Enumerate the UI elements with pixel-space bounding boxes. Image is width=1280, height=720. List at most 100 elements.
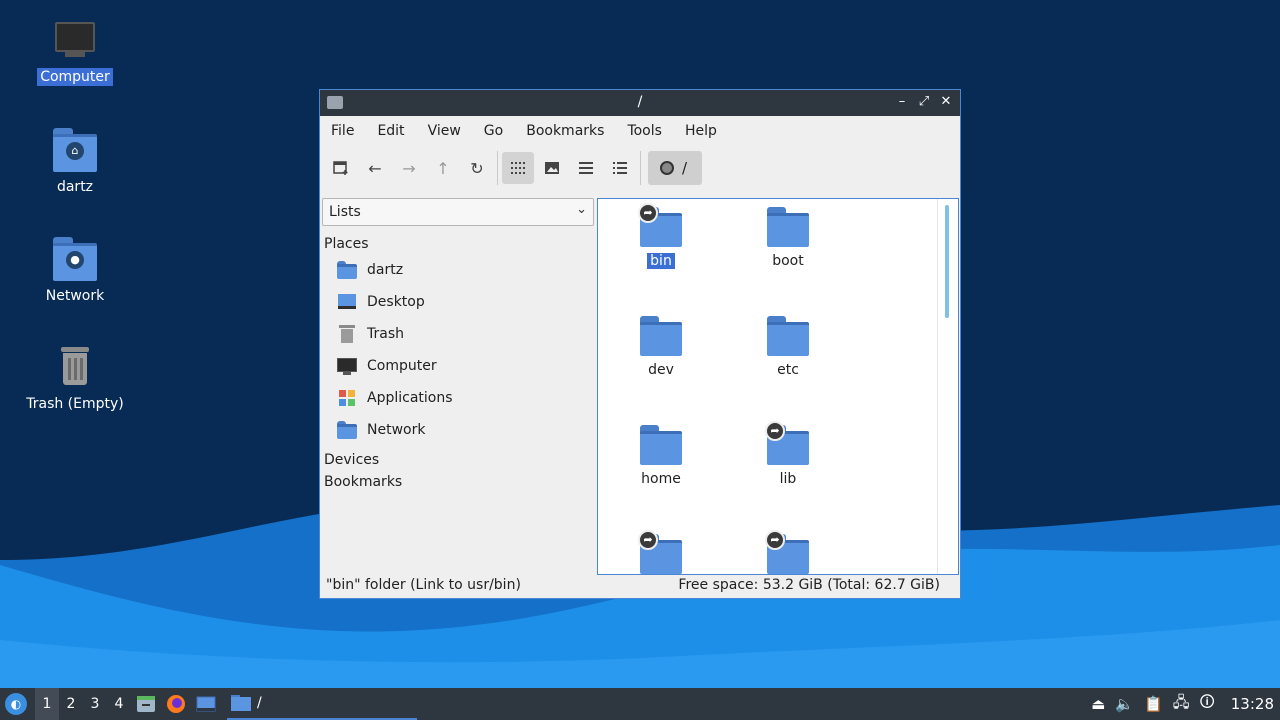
- desktop-icon-label: Computer: [37, 68, 113, 86]
- bookmarks-header[interactable]: Bookmarks: [321, 468, 595, 490]
- workspace-2[interactable]: 2: [59, 688, 83, 720]
- status-bar: "bin" folder (Link to usr/bin) Free spac…: [320, 573, 960, 598]
- trash-icon: [337, 325, 357, 343]
- desktop-icon-computer[interactable]: Computer: [20, 18, 130, 86]
- reload-icon[interactable]: ↻: [461, 152, 493, 184]
- eject-icon[interactable]: ⏏: [1091, 695, 1105, 713]
- menu-tools[interactable]: Tools: [627, 123, 673, 139]
- file-item-label: boot: [772, 253, 804, 269]
- folder-icon: [640, 425, 682, 465]
- taskbar-window-title: /: [257, 695, 262, 711]
- location-bar[interactable]: /: [648, 151, 702, 185]
- icon-view-icon[interactable]: [502, 152, 534, 184]
- desktop-icon-trash[interactable]: Trash (Empty): [20, 345, 130, 413]
- file-item-home[interactable]: home: [606, 425, 716, 487]
- folder-icon: [231, 695, 251, 711]
- thumbnail-view-icon[interactable]: [536, 152, 568, 184]
- window-titlebar[interactable]: / – ⤢ ✕: [320, 90, 960, 116]
- back-icon[interactable]: ←: [359, 152, 391, 184]
- places-item-label: dartz: [367, 262, 404, 278]
- show-desktop-icon[interactable]: [193, 691, 219, 717]
- clipboard-icon[interactable]: 📋: [1144, 695, 1163, 713]
- file-item-link[interactable]: ➦: [733, 530, 843, 574]
- symlink-emblem-icon: ➦: [765, 530, 785, 550]
- file-item-lib[interactable]: ➦ lib: [733, 421, 843, 487]
- up-icon[interactable]: ↑: [427, 152, 459, 184]
- file-item-label: dev: [648, 362, 674, 378]
- menu-view[interactable]: View: [428, 123, 472, 139]
- workspace-1[interactable]: 1: [35, 688, 59, 720]
- location-path: /: [682, 159, 688, 177]
- compact-view-icon[interactable]: [570, 152, 602, 184]
- devices-header[interactable]: Devices: [321, 446, 595, 468]
- desktop-icon-label: Network: [45, 288, 105, 304]
- file-item-etc[interactable]: etc: [733, 316, 843, 378]
- detailed-list-icon[interactable]: [604, 152, 636, 184]
- places-item-label: Computer: [367, 358, 437, 374]
- desktop-icon-label: Trash (Empty): [26, 396, 124, 412]
- desktop-icon: [337, 293, 357, 311]
- workspace-4[interactable]: 4: [107, 688, 131, 720]
- network-status-icon[interactable]: 🖧: [1173, 692, 1190, 717]
- places-item-home[interactable]: dartz: [321, 254, 595, 286]
- folder-icon: ➦: [765, 530, 809, 574]
- file-item-label: etc: [777, 362, 799, 378]
- file-item-bin[interactable]: ➦ bin: [606, 203, 716, 269]
- folder-icon: ➦: [638, 530, 682, 574]
- applications-icon: [337, 389, 357, 407]
- places-item-trash[interactable]: Trash: [321, 318, 595, 350]
- file-item-dev[interactable]: dev: [606, 316, 716, 378]
- close-button[interactable]: ✕: [938, 94, 954, 110]
- symlink-emblem-icon: ➦: [638, 203, 658, 223]
- workspace-3[interactable]: 3: [83, 688, 107, 720]
- taskbar-window-entry[interactable]: /: [227, 688, 417, 720]
- network-icon: [337, 421, 357, 439]
- status-free-space: Free space: 53.2 GiB (Total: 62.7 GiB): [678, 577, 940, 593]
- search-icon[interactable]: [660, 161, 674, 175]
- symlink-emblem-icon: ➦: [638, 530, 658, 550]
- places-item-computer[interactable]: Computer: [321, 350, 595, 382]
- status-selection-info: "bin" folder (Link to usr/bin): [326, 577, 521, 593]
- folder-icon: [767, 207, 809, 247]
- side-pane: Lists ⌄ Places dartz Desktop Trash Compu…: [321, 198, 595, 573]
- volume-icon[interactable]: 🔈: [1115, 695, 1134, 713]
- clock[interactable]: 13:28: [1231, 695, 1274, 713]
- file-item-boot[interactable]: boot: [733, 207, 843, 269]
- side-pane-mode-select[interactable]: Lists ⌄: [322, 198, 594, 226]
- folder-icon: [640, 316, 682, 356]
- minimize-button[interactable]: –: [894, 94, 910, 110]
- window-title: /: [637, 94, 643, 110]
- start-menu-button[interactable]: ◐: [5, 693, 27, 715]
- home-folder-icon: [337, 261, 357, 279]
- places-item-desktop[interactable]: Desktop: [321, 286, 595, 318]
- menu-file[interactable]: File: [331, 123, 365, 139]
- taskbar: ◐ 1 2 3 4 / ⏏ 🔈 📋 🖧 🛈 13:28: [0, 688, 1280, 720]
- file-item-link[interactable]: ➦: [606, 530, 716, 574]
- file-manager-launcher-icon[interactable]: [133, 691, 159, 717]
- monitor-icon: [337, 357, 357, 375]
- menu-edit[interactable]: Edit: [377, 123, 415, 139]
- places-header[interactable]: Places: [321, 226, 595, 252]
- desktop-icon-network[interactable]: ● Network: [20, 237, 130, 305]
- folder-icon-view[interactable]: ➦ bin boot dev etc home ➦ lib ➦ ➦: [597, 198, 959, 575]
- places-item-label: Network: [367, 422, 426, 438]
- maximize-button[interactable]: ⤢: [916, 94, 932, 110]
- monitor-icon: [53, 18, 97, 62]
- firefox-icon[interactable]: [163, 691, 189, 717]
- desktop-icon-home[interactable]: ⌂ dartz: [20, 128, 130, 196]
- menu-bar: File Edit View Go Bookmarks Tools Help: [320, 116, 960, 146]
- new-tab-icon[interactable]: [325, 152, 357, 184]
- side-pane-mode-value: Lists: [329, 204, 361, 220]
- menu-help[interactable]: Help: [685, 123, 728, 139]
- places-item-label: Applications: [367, 390, 453, 406]
- menu-go[interactable]: Go: [484, 123, 514, 139]
- notification-icon[interactable]: 🛈: [1199, 692, 1214, 717]
- vertical-scrollbar[interactable]: [945, 205, 949, 318]
- menu-bookmarks[interactable]: Bookmarks: [526, 123, 615, 139]
- forward-icon[interactable]: →: [393, 152, 425, 184]
- places-item-applications[interactable]: Applications: [321, 382, 595, 414]
- places-item-network[interactable]: Network: [321, 414, 595, 446]
- file-manager-window: / – ⤢ ✕ File Edit View Go Bookmarks Tool…: [319, 89, 961, 599]
- file-item-label: bin: [647, 253, 675, 269]
- places-item-label: Desktop: [367, 294, 425, 310]
